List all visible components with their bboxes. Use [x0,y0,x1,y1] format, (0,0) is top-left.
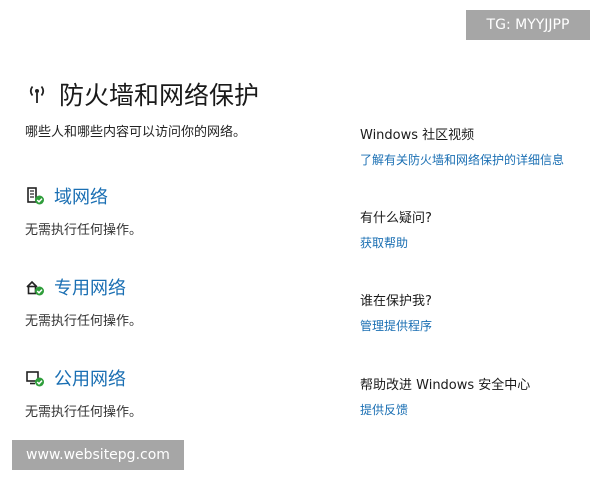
network-public: 公用网络 无需执行任何操作。 [25,365,325,420]
side-heading: Windows 社区视频 [360,128,475,143]
page-subtitle: 哪些人和哪些内容可以访问你的网络。 [25,125,247,140]
public-network-link[interactable]: 公用网络 [54,365,126,391]
private-network-status: 无需执行任何操作。 [25,314,143,329]
side-heading: 谁在保护我? [360,294,432,309]
questions-section: 有什么疑问? 获取帮助 [360,207,595,251]
domain-network-icon [27,187,44,205]
learn-more-link[interactable]: 了解有关防火墙和网络保护的详细信息 [360,151,595,168]
who-protects-section: 谁在保护我? 管理提供程序 [360,290,595,334]
side-heading: 有什么疑问? [360,211,432,226]
get-help-link[interactable]: 获取帮助 [360,234,595,251]
network-private: 专用网络 无需执行任何操作。 [25,274,325,329]
private-network-link[interactable]: 专用网络 [54,274,126,300]
wifi-antenna-icon [29,85,45,103]
feedback-section: 帮助改进 Windows 安全中心 提供反馈 [360,374,595,418]
public-network-icon [26,371,44,387]
side-heading: 帮助改进 Windows 安全中心 [360,378,531,393]
watermark: www.websitepg.com [12,440,184,470]
domain-network-status: 无需执行任何操作。 [25,223,143,238]
page-header: 防火墙和网络保护 [25,76,259,112]
manage-providers-link[interactable]: 管理提供程序 [360,317,595,334]
domain-network-link[interactable]: 域网络 [54,183,108,209]
private-network-icon [26,280,44,296]
public-network-status: 无需执行任何操作。 [25,405,143,420]
community-video-section: Windows 社区视频 了解有关防火墙和网络保护的详细信息 [360,124,595,168]
tg-badge: TG: MYYJJPP [466,10,590,40]
network-domain: 域网络 无需执行任何操作。 [25,183,325,238]
give-feedback-link[interactable]: 提供反馈 [360,401,595,418]
page-title: 防火墙和网络保护 [59,81,260,110]
